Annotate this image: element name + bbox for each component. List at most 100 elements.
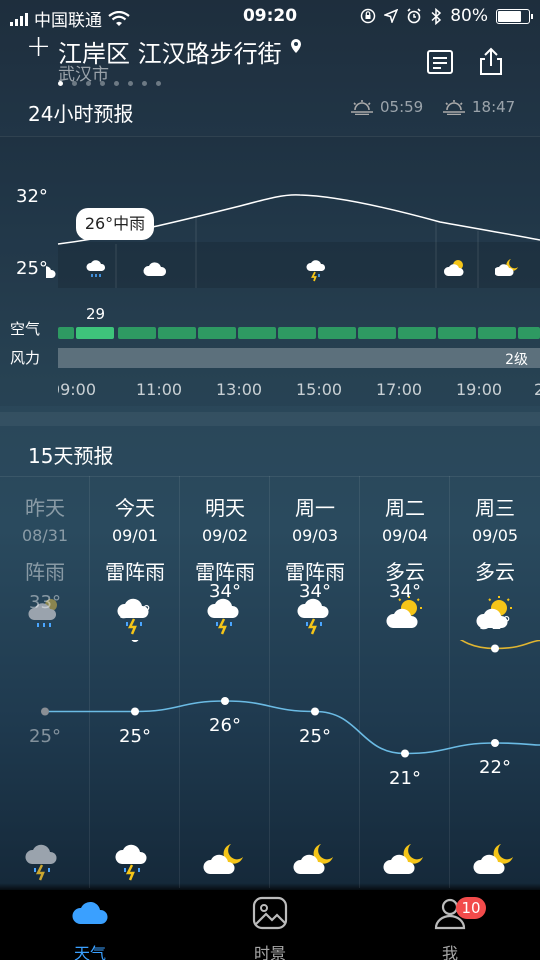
battery-icon — [496, 8, 533, 24]
page-dot — [156, 81, 161, 86]
picture-icon — [252, 896, 288, 930]
high-temp-label: 33° — [29, 591, 61, 613]
y-axis-high: 32° — [16, 186, 48, 207]
page-dot — [142, 81, 147, 86]
add-city-button[interactable]: + — [26, 32, 51, 62]
day-date: 09/03 — [291, 526, 339, 545]
low-temp-point — [311, 707, 319, 716]
hour-label: 09:00 — [58, 380, 96, 399]
low-temp-point — [221, 697, 229, 705]
page-dot — [86, 81, 91, 86]
high-temp-point — [131, 640, 139, 642]
page-dot — [58, 81, 63, 86]
day-date: 09/04 — [381, 526, 429, 545]
bluetooth-icon — [431, 7, 442, 25]
aqi-bar — [198, 327, 236, 339]
partly-cloudy-night-icon — [383, 842, 427, 880]
sunset: 18:47 — [442, 98, 515, 116]
day-name: 周三 — [475, 496, 515, 520]
aqi-bar — [438, 327, 476, 339]
page-dot — [100, 81, 105, 86]
partly-cloudy-night-icon — [203, 842, 247, 880]
temp-bubble: 26°中雨 — [76, 208, 154, 240]
low-temp-point — [41, 707, 49, 716]
air-label: 空气 — [10, 320, 41, 338]
share-icon[interactable] — [475, 46, 507, 78]
thunder-cloud-icon — [205, 596, 245, 640]
location-pin-icon — [291, 39, 301, 53]
partly-cloudy-night-icon — [293, 842, 337, 880]
partly-cloudy-night-icon — [493, 258, 521, 282]
thunder-cloud-icon — [113, 842, 153, 886]
tab-weather[interactable]: 天气 — [30, 896, 150, 960]
day-weather: 阵雨 — [25, 560, 65, 584]
day-weather: 多云 — [475, 560, 515, 584]
tab-scenery[interactable]: 时景 — [210, 896, 330, 960]
notification-badge: 10 — [456, 897, 486, 919]
aqi-bar — [318, 327, 356, 339]
high-temp-label: 32° — [119, 602, 151, 623]
partly-cloudy-night-icon — [473, 842, 517, 880]
forecast24-title: 24小时预报 — [28, 102, 134, 126]
status-bar: 中国联通 09:20 80% — [0, 0, 540, 34]
day-name: 周一 — [295, 496, 335, 520]
page-dot — [72, 81, 77, 86]
news-icon[interactable] — [424, 46, 456, 78]
day-date: 08/31 — [21, 526, 69, 545]
location-header: + 江岸区 江汉路步行街 武汉市 — [0, 30, 540, 90]
orientation-lock-icon — [360, 8, 376, 24]
aqi-bar — [358, 327, 396, 339]
low-temp-point — [491, 739, 499, 747]
aqi-bar — [278, 327, 316, 339]
tab-me[interactable]: 我 — [390, 896, 510, 960]
day-name: 周二 — [385, 496, 425, 520]
day-date: 09/01 — [111, 526, 159, 545]
sunset-icon — [443, 100, 465, 115]
high-temp-point — [491, 644, 499, 653]
location-arrow-icon — [384, 9, 399, 23]
aqi-bar — [158, 327, 196, 339]
low-temp-label: 25° — [299, 725, 331, 747]
day-name: 今天 — [115, 496, 155, 520]
hour-label: 19:00 — [456, 380, 503, 399]
hour-label: 15:00 — [296, 380, 343, 399]
aqi-bar — [238, 327, 276, 339]
hour-label: 2 — [534, 380, 540, 399]
aqi-value: 29 — [86, 305, 106, 323]
low-temp-label: 25° — [119, 725, 151, 747]
low-temp-label: 25° — [29, 725, 61, 747]
wind-value: 2级 — [505, 352, 528, 368]
high-temp-label: 34° — [209, 581, 241, 602]
day-date: 09/02 — [201, 526, 249, 545]
low-temp-label: 26° — [209, 715, 241, 736]
aqi-bar — [478, 327, 516, 339]
partly-cloudy-night-icon — [443, 258, 469, 282]
aqi-bar — [398, 327, 436, 339]
low-temp-label: 21° — [389, 767, 421, 789]
forecast15-title: 15天预报 — [28, 444, 114, 468]
thunder-cloud-icon — [23, 842, 63, 886]
wind-bar — [58, 348, 540, 368]
cloud-icon — [72, 901, 108, 924]
hour-label: 11:00 — [136, 380, 183, 399]
aqi-bar — [118, 327, 156, 339]
temperature-chart — [41, 640, 540, 758]
day-name: 明天 — [205, 496, 245, 520]
high-temp-label: 34° — [299, 581, 331, 602]
page-dot — [114, 81, 119, 86]
alarm-icon — [407, 8, 421, 24]
high-temp-label: 31° — [479, 612, 511, 634]
thunder-cloud-icon — [295, 596, 335, 640]
battery-percent: 80% — [450, 6, 488, 26]
high-temp-label: 34° — [389, 581, 421, 602]
sunrise-icon — [351, 100, 373, 115]
aqi-bar — [58, 327, 74, 339]
sunrise: 05:59 — [350, 98, 423, 116]
page-indicator — [58, 81, 161, 86]
rain-cloud-icon — [46, 262, 58, 284]
thunder-cloud-icon — [304, 258, 328, 286]
day-name: 昨天 — [25, 496, 65, 520]
y-axis-low: 25° — [16, 258, 48, 279]
day-weather: 雷阵雨 — [105, 560, 165, 584]
hour-label: 17:00 — [376, 380, 423, 399]
